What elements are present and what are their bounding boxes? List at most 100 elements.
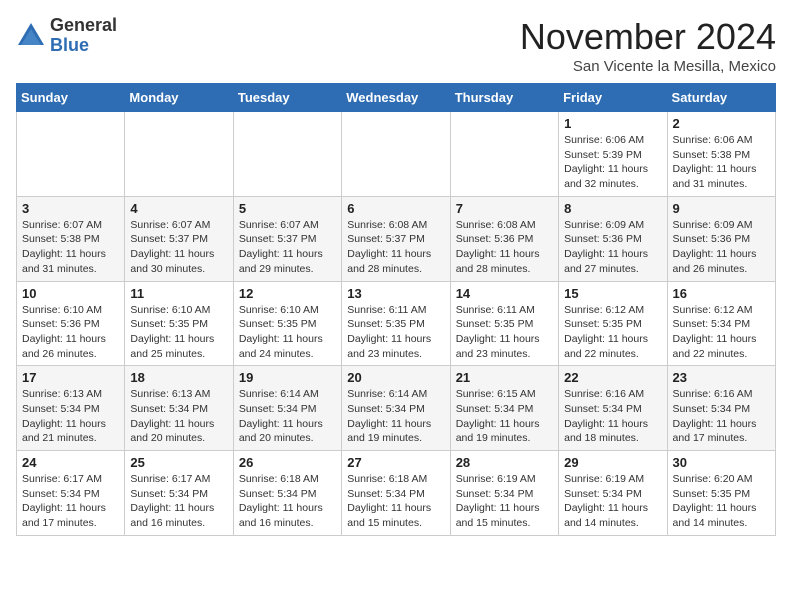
day-info: Sunrise: 6:18 AM Sunset: 5:34 PM Dayligh… xyxy=(347,472,444,531)
day-number: 2 xyxy=(673,116,770,131)
day-number: 21 xyxy=(456,370,553,385)
calendar-cell: 21 Sunrise: 6:15 AM Sunset: 5:34 PM Dayli… xyxy=(450,366,558,451)
day-info: Sunrise: 6:18 AM Sunset: 5:34 PM Dayligh… xyxy=(239,472,336,531)
day-of-week-header: Wednesday xyxy=(342,84,450,112)
calendar-week-row: 10 Sunrise: 6:10 AM Sunset: 5:36 PM Dayli… xyxy=(17,281,776,366)
day-number: 26 xyxy=(239,455,336,470)
day-info: Sunrise: 6:16 AM Sunset: 5:34 PM Dayligh… xyxy=(673,387,770,446)
calendar-cell: 10 Sunrise: 6:10 AM Sunset: 5:36 PM Dayli… xyxy=(17,281,125,366)
day-info: Sunrise: 6:19 AM Sunset: 5:34 PM Dayligh… xyxy=(564,472,661,531)
day-number: 19 xyxy=(239,370,336,385)
logo-general: General xyxy=(50,16,117,36)
day-number: 4 xyxy=(130,201,227,216)
day-info: Sunrise: 6:10 AM Sunset: 5:36 PM Dayligh… xyxy=(22,303,119,362)
day-info: Sunrise: 6:20 AM Sunset: 5:35 PM Dayligh… xyxy=(673,472,770,531)
calendar-cell: 4 Sunrise: 6:07 AM Sunset: 5:37 PM Daylig… xyxy=(125,196,233,281)
day-info: Sunrise: 6:07 AM Sunset: 5:37 PM Dayligh… xyxy=(239,218,336,277)
day-number: 29 xyxy=(564,455,661,470)
day-number: 16 xyxy=(673,286,770,301)
calendar-cell xyxy=(125,112,233,197)
calendar-cell: 29 Sunrise: 6:19 AM Sunset: 5:34 PM Dayli… xyxy=(559,451,667,536)
day-info: Sunrise: 6:07 AM Sunset: 5:38 PM Dayligh… xyxy=(22,218,119,277)
calendar-cell: 30 Sunrise: 6:20 AM Sunset: 5:35 PM Dayli… xyxy=(667,451,775,536)
location: San Vicente la Mesilla, Mexico xyxy=(520,58,776,75)
day-info: Sunrise: 6:09 AM Sunset: 5:36 PM Dayligh… xyxy=(673,218,770,277)
day-number: 7 xyxy=(456,201,553,216)
day-info: Sunrise: 6:07 AM Sunset: 5:37 PM Dayligh… xyxy=(130,218,227,277)
day-number: 9 xyxy=(673,201,770,216)
calendar-cell xyxy=(342,112,450,197)
calendar-cell: 7 Sunrise: 6:08 AM Sunset: 5:36 PM Daylig… xyxy=(450,196,558,281)
day-of-week-header: Thursday xyxy=(450,84,558,112)
day-info: Sunrise: 6:14 AM Sunset: 5:34 PM Dayligh… xyxy=(239,387,336,446)
calendar-week-row: 1 Sunrise: 6:06 AM Sunset: 5:39 PM Daylig… xyxy=(17,112,776,197)
day-number: 30 xyxy=(673,455,770,470)
day-info: Sunrise: 6:13 AM Sunset: 5:34 PM Dayligh… xyxy=(22,387,119,446)
calendar-cell: 3 Sunrise: 6:07 AM Sunset: 5:38 PM Daylig… xyxy=(17,196,125,281)
calendar-cell: 25 Sunrise: 6:17 AM Sunset: 5:34 PM Dayli… xyxy=(125,451,233,536)
calendar-week-row: 24 Sunrise: 6:17 AM Sunset: 5:34 PM Dayli… xyxy=(17,451,776,536)
calendar-cell xyxy=(450,112,558,197)
day-number: 6 xyxy=(347,201,444,216)
day-number: 11 xyxy=(130,286,227,301)
calendar-cell: 1 Sunrise: 6:06 AM Sunset: 5:39 PM Daylig… xyxy=(559,112,667,197)
calendar-cell: 18Sunrise: 6:13 AM Sunset: 5:34 PM Dayli… xyxy=(125,366,233,451)
day-number: 5 xyxy=(239,201,336,216)
title-block: November 2024 San Vicente la Mesilla, Me… xyxy=(520,16,776,75)
day-info: Sunrise: 6:16 AM Sunset: 5:34 PM Dayligh… xyxy=(564,387,661,446)
day-number: 28 xyxy=(456,455,553,470)
calendar-cell: 12 Sunrise: 6:10 AM Sunset: 5:35 PM Dayli… xyxy=(233,281,341,366)
logo-blue: Blue xyxy=(50,36,117,56)
day-of-week-header: Monday xyxy=(125,84,233,112)
day-number: 3 xyxy=(22,201,119,216)
calendar-cell xyxy=(17,112,125,197)
day-info: Sunrise: 6:11 AM Sunset: 5:35 PM Dayligh… xyxy=(347,303,444,362)
calendar-cell: 8 Sunrise: 6:09 AM Sunset: 5:36 PM Daylig… xyxy=(559,196,667,281)
day-number: 25 xyxy=(130,455,227,470)
day-info: Sunrise: 6:17 AM Sunset: 5:34 PM Dayligh… xyxy=(130,472,227,531)
day-number: 10 xyxy=(22,286,119,301)
day-of-week-header: Friday xyxy=(559,84,667,112)
calendar-week-row: 17 Sunrise: 6:13 AM Sunset: 5:34 PM Dayli… xyxy=(17,366,776,451)
day-number: 15 xyxy=(564,286,661,301)
day-number: 24 xyxy=(22,455,119,470)
calendar-cell: 20 Sunrise: 6:14 AM Sunset: 5:34 PM Dayli… xyxy=(342,366,450,451)
calendar-cell: 9 Sunrise: 6:09 AM Sunset: 5:36 PM Daylig… xyxy=(667,196,775,281)
day-number: 14 xyxy=(456,286,553,301)
day-number: 13 xyxy=(347,286,444,301)
page-header: General Blue November 2024 San Vicente l… xyxy=(16,16,776,75)
day-number: 8 xyxy=(564,201,661,216)
day-of-week-header: Saturday xyxy=(667,84,775,112)
calendar-cell: 15Sunrise: 6:12 AM Sunset: 5:35 PM Dayli… xyxy=(559,281,667,366)
day-number: 12 xyxy=(239,286,336,301)
calendar-cell: 2Sunrise: 6:06 AM Sunset: 5:38 PM Daylig… xyxy=(667,112,775,197)
calendar-cell: 22 Sunrise: 6:16 AM Sunset: 5:34 PM Dayli… xyxy=(559,366,667,451)
day-info: Sunrise: 6:11 AM Sunset: 5:35 PM Dayligh… xyxy=(456,303,553,362)
calendar-cell: 17 Sunrise: 6:13 AM Sunset: 5:34 PM Dayli… xyxy=(17,366,125,451)
day-number: 20 xyxy=(347,370,444,385)
day-info: Sunrise: 6:10 AM Sunset: 5:35 PM Dayligh… xyxy=(130,303,227,362)
day-number: 22 xyxy=(564,370,661,385)
day-info: Sunrise: 6:13 AM Sunset: 5:34 PM Dayligh… xyxy=(130,387,227,446)
logo-text: General Blue xyxy=(50,16,117,56)
calendar-cell: 16Sunrise: 6:12 AM Sunset: 5:34 PM Dayli… xyxy=(667,281,775,366)
calendar-cell: 27Sunrise: 6:18 AM Sunset: 5:34 PM Dayli… xyxy=(342,451,450,536)
calendar-cell: 24Sunrise: 6:17 AM Sunset: 5:34 PM Dayli… xyxy=(17,451,125,536)
calendar-cell: 19 Sunrise: 6:14 AM Sunset: 5:34 PM Dayli… xyxy=(233,366,341,451)
day-info: Sunrise: 6:15 AM Sunset: 5:34 PM Dayligh… xyxy=(456,387,553,446)
day-info: Sunrise: 6:10 AM Sunset: 5:35 PM Dayligh… xyxy=(239,303,336,362)
day-info: Sunrise: 6:08 AM Sunset: 5:36 PM Dayligh… xyxy=(456,218,553,277)
calendar-cell: 11 Sunrise: 6:10 AM Sunset: 5:35 PM Dayli… xyxy=(125,281,233,366)
calendar-header-row: SundayMondayTuesdayWednesdayThursdayFrid… xyxy=(17,84,776,112)
calendar-cell xyxy=(233,112,341,197)
calendar-cell: 26 Sunrise: 6:18 AM Sunset: 5:34 PM Dayli… xyxy=(233,451,341,536)
day-info: Sunrise: 6:14 AM Sunset: 5:34 PM Dayligh… xyxy=(347,387,444,446)
day-number: 17 xyxy=(22,370,119,385)
calendar-cell: 23Sunrise: 6:16 AM Sunset: 5:34 PM Dayli… xyxy=(667,366,775,451)
logo-icon xyxy=(16,21,46,51)
day-info: Sunrise: 6:09 AM Sunset: 5:36 PM Dayligh… xyxy=(564,218,661,277)
day-info: Sunrise: 6:06 AM Sunset: 5:39 PM Dayligh… xyxy=(564,133,661,192)
day-number: 1 xyxy=(564,116,661,131)
calendar: SundayMondayTuesdayWednesdayThursdayFrid… xyxy=(16,83,776,536)
calendar-week-row: 3 Sunrise: 6:07 AM Sunset: 5:38 PM Daylig… xyxy=(17,196,776,281)
